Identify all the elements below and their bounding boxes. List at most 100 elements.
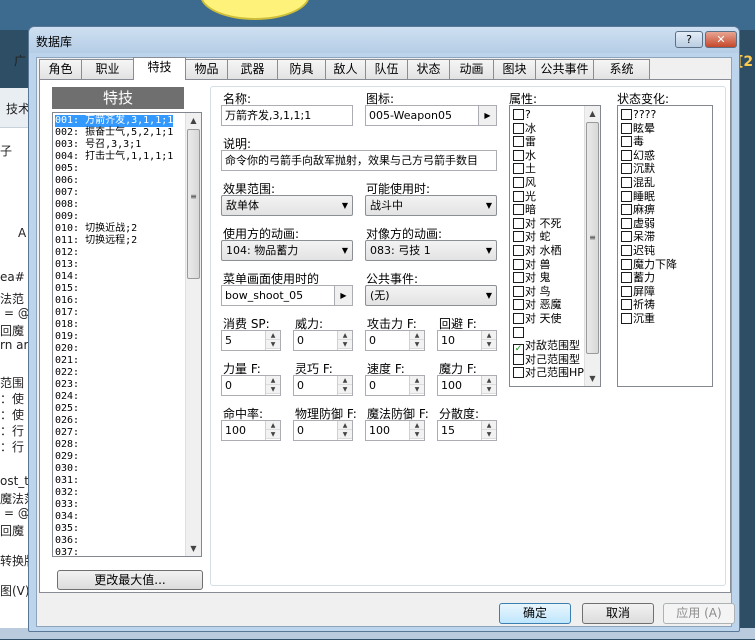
spinner-buttons[interactable]: ▲ ▼ (481, 331, 496, 350)
state-item[interactable]: 眩晕 (621, 122, 655, 135)
checkbox[interactable] (513, 149, 524, 161)
attribute-item[interactable] (513, 326, 525, 339)
attribute-item[interactable]: 光 (513, 190, 536, 203)
state-item[interactable]: 蓄力 (621, 271, 655, 284)
stat-spinner[interactable]: 100 ▲ ▼ (221, 420, 281, 441)
checkbox[interactable] (513, 177, 524, 188)
skill-list-item[interactable]: 036: (55, 535, 79, 547)
tab-1[interactable]: 角色 (39, 59, 82, 79)
checkbox[interactable] (621, 177, 632, 188)
attribute-item[interactable]: 对己范围型 (513, 353, 580, 366)
state-item[interactable]: 迟钝 (621, 244, 655, 257)
attribute-item[interactable]: 冰 (513, 122, 536, 135)
state-item[interactable]: 屏障 (621, 285, 655, 298)
spinner-buttons[interactable]: ▲ ▼ (337, 331, 352, 350)
tab-6[interactable]: 防具 (277, 59, 326, 79)
spin-up-arrow-icon[interactable]: ▲ (482, 421, 496, 430)
attributes-scrollbar[interactable]: ▲ ≡ ▼ (584, 106, 600, 386)
checkbox[interactable] (513, 272, 524, 284)
spinner-buttons[interactable]: ▲ ▼ (265, 331, 280, 350)
skill-list-item[interactable]: 005: (55, 163, 79, 175)
checkbox[interactable] (513, 163, 524, 175)
spinner-buttons[interactable]: ▲ ▼ (409, 331, 424, 350)
tab-13[interactable]: 系统 (593, 59, 650, 79)
state-item[interactable]: 混乱 (621, 176, 655, 189)
state-item[interactable]: 幻惑 (621, 149, 655, 162)
attribute-item[interactable]: 对己范围HP (513, 366, 584, 379)
checkbox[interactable] (513, 231, 524, 243)
attr-scroll-down-arrow-icon[interactable]: ▼ (585, 371, 600, 386)
skill-list-item[interactable]: 031: (55, 475, 79, 487)
skill-list-item[interactable]: 025: (55, 403, 79, 415)
state-item[interactable]: 睡眠 (621, 190, 655, 203)
skill-list-item[interactable]: 035: (55, 523, 79, 535)
checkbox[interactable] (621, 109, 632, 120)
spin-up-arrow-icon[interactable]: ▲ (482, 376, 496, 385)
name-input[interactable]: 万箭齐发,3,1,1;1 (221, 105, 353, 126)
scroll-thumb[interactable] (187, 129, 200, 279)
checkbox[interactable] (621, 122, 632, 134)
skill-list-item[interactable]: 018: (55, 319, 79, 331)
skill-list-item[interactable]: 037: (55, 547, 79, 556)
stat-spinner[interactable]: 100 ▲ ▼ (365, 420, 425, 441)
checkbox[interactable] (621, 204, 632, 216)
checkbox[interactable] (513, 285, 524, 297)
help-button[interactable]: ? (675, 31, 703, 48)
spin-up-arrow-icon[interactable]: ▲ (338, 421, 352, 430)
attribute-item[interactable]: 对 蛇 (513, 230, 551, 243)
skill-list-item[interactable]: 001: 万箭齐发,3,1,1;1 (55, 115, 174, 127)
checkbox[interactable] (621, 231, 632, 243)
state-item[interactable]: ???? (621, 108, 656, 121)
skill-list-item[interactable]: 010: 切换近战;2 (55, 223, 137, 235)
tab-3[interactable]: 特技 (133, 57, 186, 80)
skill-list-item[interactable]: 011: 切换远程;2 (55, 235, 137, 247)
skill-list-item[interactable]: 032: (55, 487, 79, 499)
skill-list-item[interactable]: 003: 号召,3,3;1 (55, 139, 141, 151)
tab-12[interactable]: 公共事件 (535, 59, 594, 79)
stat-spinner[interactable]: 5 ▲ ▼ (221, 330, 281, 351)
target-animation-select[interactable]: 083: 弓技 1 ▼ (365, 240, 497, 261)
spinner-buttons[interactable]: ▲ ▼ (409, 376, 424, 395)
stat-spinner[interactable]: 0 ▲ ▼ (221, 375, 281, 396)
attribute-item[interactable]: 对 恶魔 (513, 298, 562, 311)
scroll-down-arrow-icon[interactable]: ▼ (186, 541, 201, 556)
checkbox[interactable] (513, 367, 524, 379)
skill-list-item[interactable]: 028: (55, 439, 79, 451)
skill-list-item[interactable]: 002: 振奋士气,5,2,1;1 (55, 127, 173, 139)
spin-up-arrow-icon[interactable]: ▲ (410, 331, 424, 340)
skill-list-item[interactable]: 022: (55, 367, 79, 379)
skill-list-item[interactable]: 012: (55, 247, 79, 259)
checkbox[interactable] (621, 285, 632, 297)
skill-list-item[interactable]: 027: (55, 427, 79, 439)
state-item[interactable]: 麻痹 (621, 203, 655, 216)
checkbox[interactable] (513, 299, 524, 311)
menu-se-arrow-icon[interactable]: ▶ (334, 286, 352, 305)
spin-up-arrow-icon[interactable]: ▲ (266, 421, 280, 430)
checkbox[interactable] (513, 122, 524, 134)
spin-down-arrow-icon[interactable]: ▼ (266, 340, 280, 349)
checkbox[interactable] (621, 163, 632, 175)
skill-list-item[interactable]: 026: (55, 415, 79, 427)
spin-down-arrow-icon[interactable]: ▼ (338, 430, 352, 439)
attr-scroll-up-arrow-icon[interactable]: ▲ (585, 106, 600, 121)
skill-list-item[interactable]: 017: (55, 307, 79, 319)
checkbox[interactable] (513, 258, 524, 270)
spin-up-arrow-icon[interactable]: ▲ (338, 376, 352, 385)
spinner-buttons[interactable]: ▲ ▼ (409, 421, 424, 440)
skill-list-item[interactable]: 007: (55, 187, 79, 199)
skill-list-item[interactable]: 008: (55, 199, 79, 211)
spin-down-arrow-icon[interactable]: ▼ (410, 385, 424, 394)
skill-list-item[interactable]: 014: (55, 271, 79, 283)
attribute-item[interactable]: 暗 (513, 203, 536, 216)
tab-4[interactable]: 物品 (185, 59, 228, 79)
spin-down-arrow-icon[interactable]: ▼ (410, 340, 424, 349)
attribute-item[interactable]: 对 不死 (513, 217, 562, 230)
title-bar[interactable]: 数据库 ? ✕ (29, 27, 739, 53)
user-animation-select[interactable]: 104: 物品蓄力 ▼ (221, 240, 353, 261)
menu-se-picker[interactable]: bow_shoot_05 ▶ (221, 285, 353, 306)
cancel-button[interactable]: 取消 (582, 603, 654, 624)
spin-down-arrow-icon[interactable]: ▼ (338, 340, 352, 349)
stat-spinner[interactable]: 10 ▲ ▼ (437, 330, 497, 351)
spin-down-arrow-icon[interactable]: ▼ (482, 340, 496, 349)
spinner-buttons[interactable]: ▲ ▼ (265, 376, 280, 395)
